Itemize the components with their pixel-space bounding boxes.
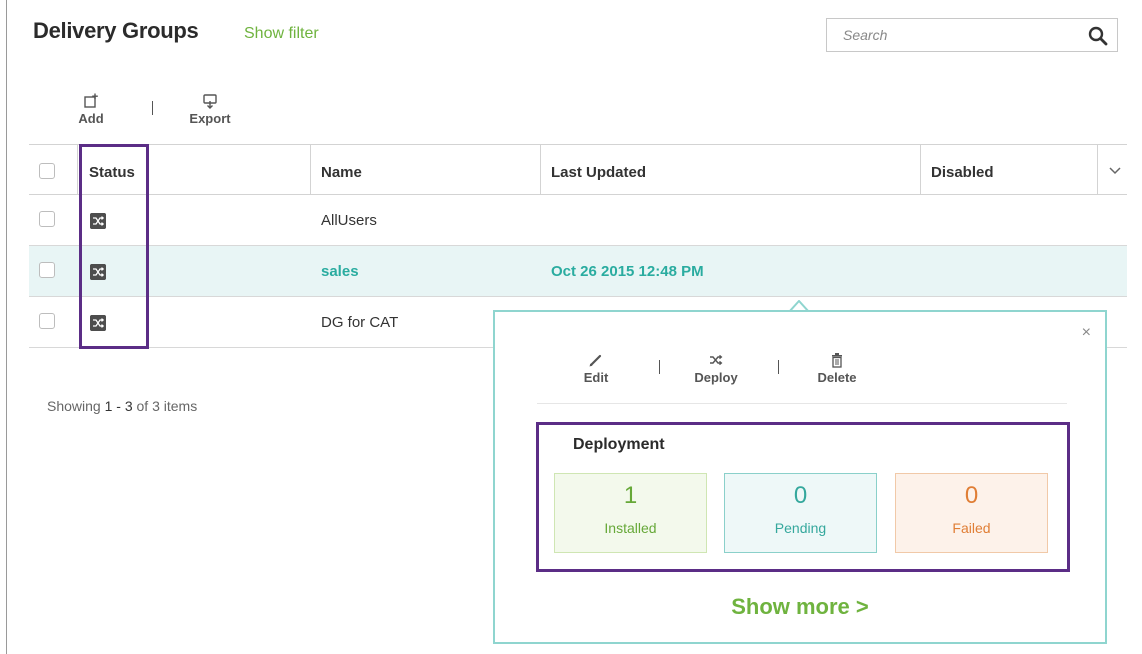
delete-button[interactable]: Delete: [813, 352, 861, 385]
window-left-border: [6, 0, 7, 654]
deploy-label: Deploy: [694, 370, 738, 385]
installed-tile[interactable]: 1 Installed: [554, 473, 707, 553]
row-name[interactable]: AllUsers: [321, 212, 377, 229]
edit-label: Edit: [583, 370, 609, 385]
table-row-selected[interactable]: sales Oct 26 2015 12:48 PM: [29, 246, 1127, 297]
show-more-link[interactable]: Show more >: [495, 594, 1105, 620]
trash-icon: [832, 353, 842, 368]
row-checkbox[interactable]: [39, 262, 55, 278]
row-checkbox[interactable]: [39, 313, 55, 329]
pager-range: 1 - 3: [104, 398, 133, 414]
toolbar-separator: [152, 101, 153, 115]
table-row[interactable]: AllUsers: [29, 195, 1127, 246]
select-all-checkbox[interactable]: [39, 163, 55, 179]
search-box[interactable]: Search: [826, 18, 1118, 52]
delivery-group-popover: × Edit Deploy Delete Deployment 1 Instal…: [493, 310, 1107, 644]
close-icon[interactable]: ×: [1082, 324, 1091, 342]
pager-prefix: Showing: [47, 398, 101, 414]
edit-button[interactable]: Edit: [581, 352, 611, 385]
deployment-summary: Deployment 1 Installed 0 Pending 0 Faile…: [536, 422, 1070, 572]
installed-count: 1: [623, 482, 638, 509]
add-icon: [84, 93, 98, 108]
column-header-status[interactable]: Status: [89, 145, 135, 195]
deploy-button[interactable]: Deploy: [691, 352, 741, 385]
search-input[interactable]: Search: [843, 27, 887, 43]
delete-label: Delete: [817, 370, 857, 385]
installed-label: Installed: [604, 520, 657, 536]
shuffle-icon: [90, 264, 106, 280]
popover-divider: [537, 403, 1067, 404]
row-checkbox[interactable]: [39, 211, 55, 227]
pencil-icon: [589, 354, 602, 367]
row-name[interactable]: sales: [321, 263, 359, 280]
deployment-title: Deployment: [573, 436, 665, 453]
pending-count: 0: [793, 482, 808, 509]
failed-label: Failed: [952, 520, 991, 536]
failed-tile[interactable]: 0 Failed: [895, 473, 1048, 553]
pending-label: Pending: [774, 520, 827, 536]
column-divider: [540, 145, 541, 195]
column-divider: [1097, 145, 1098, 195]
page-title: Delivery Groups: [33, 18, 199, 43]
pagination-info: Showing 1 - 3 of 3 items: [47, 398, 197, 414]
shuffle-icon: [90, 213, 106, 229]
popover-separator: [659, 360, 660, 374]
column-header-disabled[interactable]: Disabled: [931, 145, 994, 195]
search-icon[interactable]: [1088, 26, 1108, 46]
shuffle-icon: [710, 354, 723, 366]
column-divider: [920, 145, 921, 195]
shuffle-icon: [90, 315, 106, 331]
export-button[interactable]: Export: [186, 93, 234, 126]
column-divider: [310, 145, 311, 195]
column-divider: [77, 145, 78, 195]
failed-count: 0: [964, 482, 979, 509]
table-header: Status Name Last Updated Disabled: [29, 144, 1127, 195]
row-name[interactable]: DG for CAT: [321, 314, 398, 331]
chevron-down-icon[interactable]: [1107, 165, 1123, 177]
add-button[interactable]: Add: [76, 93, 106, 126]
column-header-name[interactable]: Name: [321, 145, 362, 195]
column-header-last-updated[interactable]: Last Updated: [551, 145, 646, 195]
pending-tile[interactable]: 0 Pending: [724, 473, 877, 553]
popover-separator: [778, 360, 779, 374]
pager-suffix: of 3 items: [136, 398, 198, 414]
row-last-updated: Oct 26 2015 12:48 PM: [551, 263, 704, 280]
export-label: Export: [189, 111, 231, 126]
export-icon: [203, 94, 217, 109]
show-filter-link[interactable]: Show filter: [244, 25, 319, 43]
add-label: Add: [78, 111, 104, 126]
